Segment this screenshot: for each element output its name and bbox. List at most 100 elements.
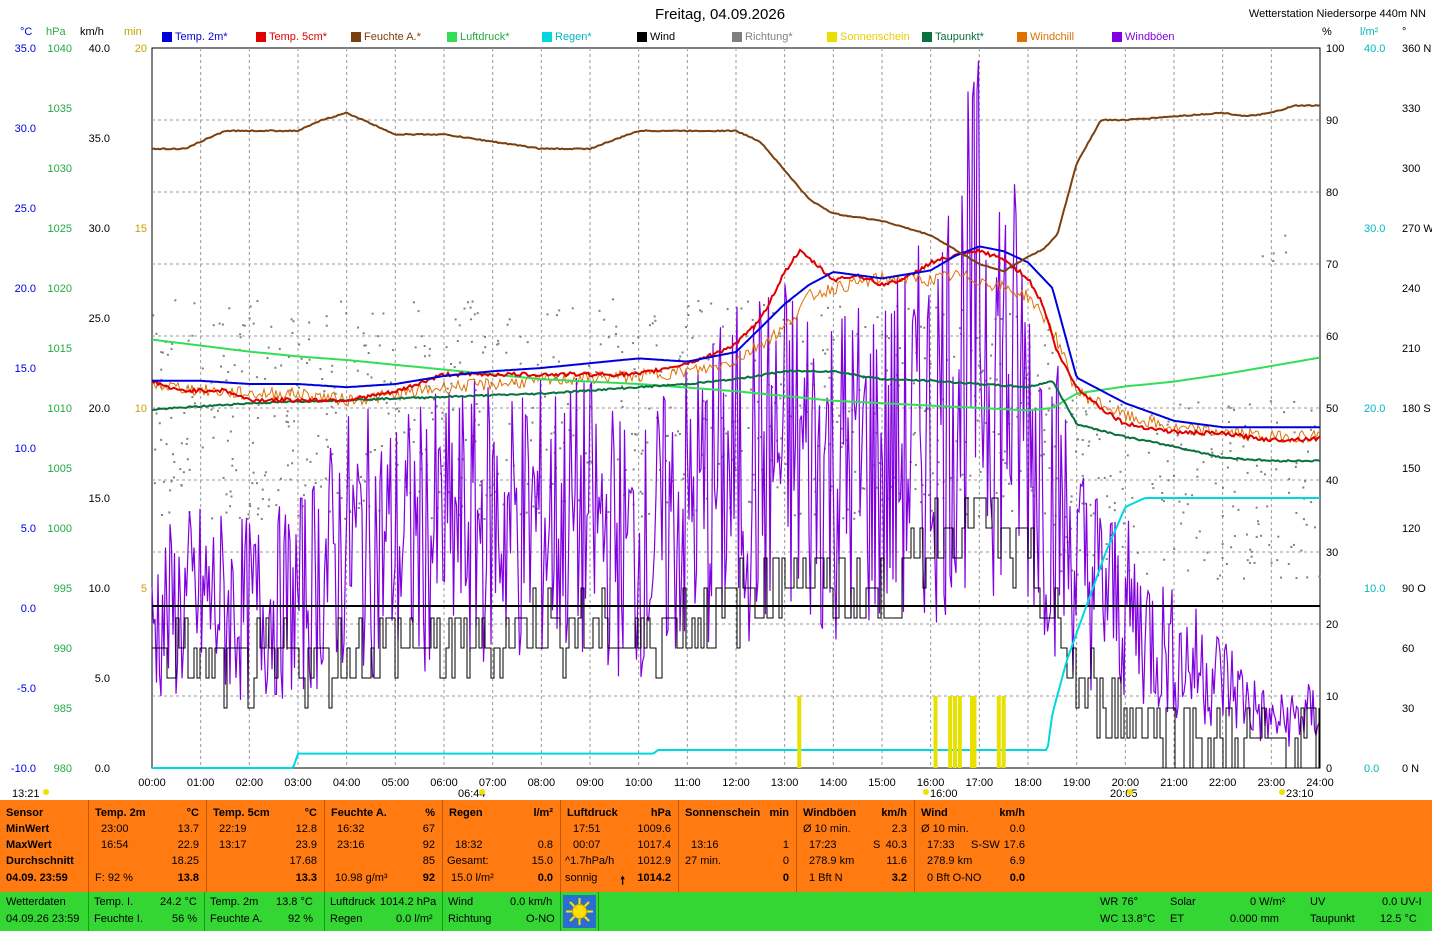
legend-swatch <box>732 32 742 42</box>
direction-point <box>263 474 266 477</box>
direction-point <box>161 514 164 517</box>
sunshine-bar <box>933 696 938 768</box>
legend-item-temp5cm: Temp. 5cm* <box>256 31 327 43</box>
direction-point <box>682 473 685 476</box>
direction-point <box>201 367 204 370</box>
direction-point <box>228 307 231 310</box>
direction-point <box>751 318 754 321</box>
direction-point <box>278 347 281 350</box>
direction-point <box>308 321 311 324</box>
direction-point <box>682 477 685 480</box>
direction-point <box>1173 547 1176 550</box>
status-richtung-label: Richtung <box>448 913 492 925</box>
temp2m-header: Temp. 2m <box>95 807 146 819</box>
direction-point <box>1229 442 1232 445</box>
direction-point <box>275 504 278 507</box>
direction-point <box>233 364 236 367</box>
direction-point <box>471 300 474 303</box>
boeen-r1-val: 40.3 <box>885 839 907 851</box>
direction-point <box>239 333 242 336</box>
boeen-current-val: 3.2 <box>891 872 907 884</box>
x-tick-label: 10:00 <box>625 777 653 789</box>
direction-point <box>654 319 657 322</box>
direction-point <box>185 443 188 446</box>
legend-swatch <box>637 32 647 42</box>
direction-point <box>653 315 656 318</box>
direction-point <box>937 461 940 464</box>
temp5cm-header: Temp. 5cm <box>213 807 270 819</box>
boeen-r0-label: Ø 10 min. <box>803 823 851 835</box>
direction-point <box>901 362 904 365</box>
direction-point <box>496 343 499 346</box>
direction-point <box>1255 535 1258 538</box>
legend-item-windboeen: Windböen <box>1112 31 1175 43</box>
direction-point <box>1150 414 1153 417</box>
y-tick-label-dir: 240 <box>1402 283 1420 295</box>
direction-point <box>304 484 307 487</box>
boeen-unit: km/h <box>881 807 907 819</box>
direction-point <box>251 482 254 485</box>
direction-point <box>291 462 294 465</box>
direction-point <box>180 442 183 445</box>
direction-point <box>1036 374 1039 377</box>
direction-point <box>953 355 956 358</box>
y-tick-label-hpa: 1000 <box>48 523 72 535</box>
direction-point <box>912 382 915 385</box>
direction-point <box>212 436 215 439</box>
luftdruck-current-label: sonnig <box>565 872 598 884</box>
sonne-r1-time: 13:16 <box>691 839 719 851</box>
direction-point <box>414 346 417 349</box>
direction-point <box>1085 413 1088 416</box>
direction-point <box>746 300 749 303</box>
direction-point <box>1166 423 1169 426</box>
chart-title: Freitag, 04.09.2026 <box>654 6 786 23</box>
direction-point <box>358 502 361 505</box>
direction-point <box>718 462 721 465</box>
direction-point <box>319 368 322 371</box>
direction-point <box>1305 523 1308 526</box>
direction-point <box>1210 448 1213 451</box>
direction-point <box>363 480 366 483</box>
direction-point <box>482 351 485 354</box>
direction-point <box>1287 563 1290 566</box>
direction-point <box>1156 432 1159 435</box>
direction-point <box>441 411 444 414</box>
temp2m-min-val: 13.7 <box>177 823 199 835</box>
direction-point <box>1146 572 1149 575</box>
status-temp2m-val: 13.8 °C <box>276 896 313 908</box>
direction-point <box>180 484 183 487</box>
sun-marker-icon <box>1127 789 1133 795</box>
feuchte-avg-val: 85 <box>422 855 435 867</box>
direction-point <box>380 445 383 448</box>
direction-point <box>417 310 420 313</box>
direction-point <box>1221 556 1224 559</box>
direction-point <box>454 318 457 321</box>
direction-point <box>621 405 624 408</box>
direction-point <box>423 345 426 348</box>
legend-swatch <box>1017 32 1027 42</box>
direction-point <box>1304 480 1307 483</box>
y-tick-label-lm2: 20.0 <box>1364 403 1385 415</box>
direction-point <box>1166 460 1169 463</box>
axis-unit-kmh: km/h <box>80 26 104 38</box>
legend-item-temp2m: Temp. 2m* <box>162 31 228 43</box>
status-wc-label: WC 13.8°C <box>1100 913 1156 925</box>
direction-point <box>1070 495 1073 498</box>
direction-point <box>173 460 176 463</box>
direction-point <box>1266 505 1269 508</box>
direction-point <box>976 419 979 422</box>
direction-point <box>229 490 232 493</box>
row-min-label: MinWert <box>6 823 50 835</box>
direction-point <box>222 354 225 357</box>
direction-point <box>1256 520 1259 523</box>
luftdruck-unit: hPa <box>650 807 671 819</box>
direction-point <box>242 324 245 327</box>
x-tick-label: 03:00 <box>284 777 312 789</box>
direction-point <box>684 326 687 329</box>
x-tick-label: 01:00 <box>187 777 215 789</box>
luftdruck-trend-val: 1012.9 <box>637 855 671 867</box>
legend-item-regen: Regen* <box>542 31 592 43</box>
direction-point <box>1081 474 1084 477</box>
direction-point <box>267 505 270 508</box>
status-wr-label: WR 76° <box>1100 896 1139 908</box>
